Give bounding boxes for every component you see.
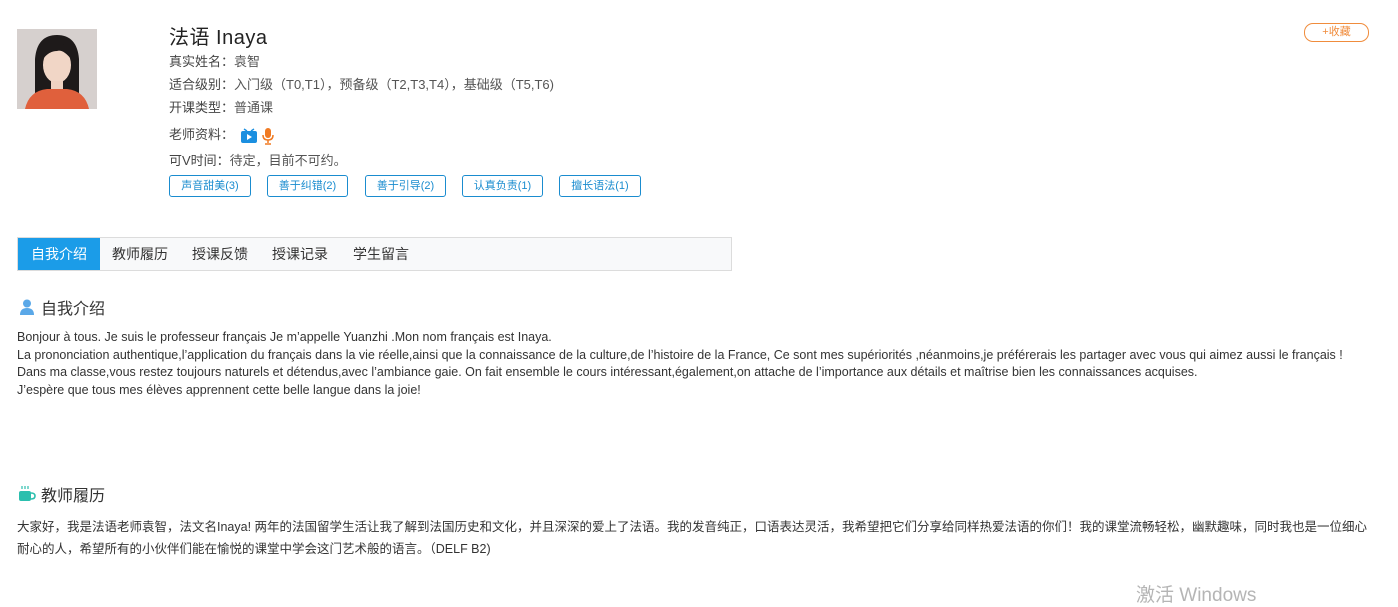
level-value: 入门级（T0,T1），预备级（T2,T3,T4），基础级（T5,T6)	[234, 77, 554, 92]
video-icon[interactable]	[240, 127, 258, 144]
availability-row: 可V时间：待定，目前不可约。	[169, 150, 347, 169]
tag-guiding[interactable]: 善于引导(2)	[365, 175, 446, 197]
materials-row: 老师资料：	[169, 124, 275, 145]
teacher-name: 法语 Inaya	[169, 27, 268, 49]
course-type-label: 开课类型：	[169, 100, 235, 115]
teacher-avatar	[17, 29, 97, 109]
microphone-icon[interactable]	[261, 127, 275, 145]
materials-label: 老师资料：	[169, 127, 235, 142]
course-type-value: 普通课	[234, 100, 274, 115]
tab-teaching-records[interactable]: 授课记录	[261, 238, 339, 270]
availability-label: 可V时间：	[169, 153, 230, 168]
self-intro-line: J’espère que tous mes élèves apprennent …	[17, 382, 421, 397]
resume-text: 大家好，我是法语老师袁智，法文名Inaya! 两年的法国留学生活让我了解到法国历…	[17, 520, 1368, 556]
cup-icon	[18, 485, 36, 503]
level-row: 适合级别：入门级（T0,T1），预备级（T2,T3,T4），基础级（T5,T6)	[169, 74, 554, 93]
self-intro-heading: 自我介绍	[18, 295, 105, 319]
real-name-value: 袁智	[234, 54, 261, 69]
profile-tabs: 自我介绍 教师履历 授课反馈 授课记录 学生留言	[17, 237, 732, 271]
self-intro-line: Bonjour à tous. Je suis le professeur fr…	[17, 330, 552, 344]
resume-heading: 教师履历	[18, 482, 105, 506]
tag-error-correction[interactable]: 善于纠错(2)	[267, 175, 348, 197]
tab-teaching-feedback[interactable]: 授课反馈	[181, 238, 259, 270]
tab-student-messages[interactable]: 学生留言	[342, 238, 420, 270]
course-type-row: 开课类型：普通课	[169, 97, 273, 116]
tag-responsible[interactable]: 认真负责(1)	[462, 175, 543, 197]
self-intro-line: Dans ma classe,vous restez toujours natu…	[17, 365, 1198, 379]
self-intro-line: La prononciation authentique,l’applicati…	[17, 347, 1343, 362]
tab-self-intro[interactable]: 自我介绍	[18, 238, 100, 270]
resume-title: 教师履历	[41, 488, 106, 505]
tag-grammar[interactable]: 擅长语法(1)	[559, 175, 641, 197]
self-intro-title: 自我介绍	[41, 301, 106, 318]
real-name-row: 真实姓名：袁智	[169, 51, 260, 70]
favorite-button[interactable]: +收藏	[1304, 23, 1369, 42]
self-intro-text: Bonjour à tous. Je suis le professeur fr…	[17, 329, 1372, 399]
real-name-label: 真实姓名：	[169, 54, 235, 69]
user-icon	[18, 298, 36, 316]
windows-activation-watermark: 激活 Windows	[1136, 585, 1257, 606]
tab-teacher-resume[interactable]: 教师履历	[101, 238, 179, 270]
level-label: 适合级别：	[169, 77, 235, 92]
availability-value: 待定，目前不可约。	[229, 153, 347, 168]
tag-sweet-voice[interactable]: 声音甜美(3)	[169, 175, 251, 197]
